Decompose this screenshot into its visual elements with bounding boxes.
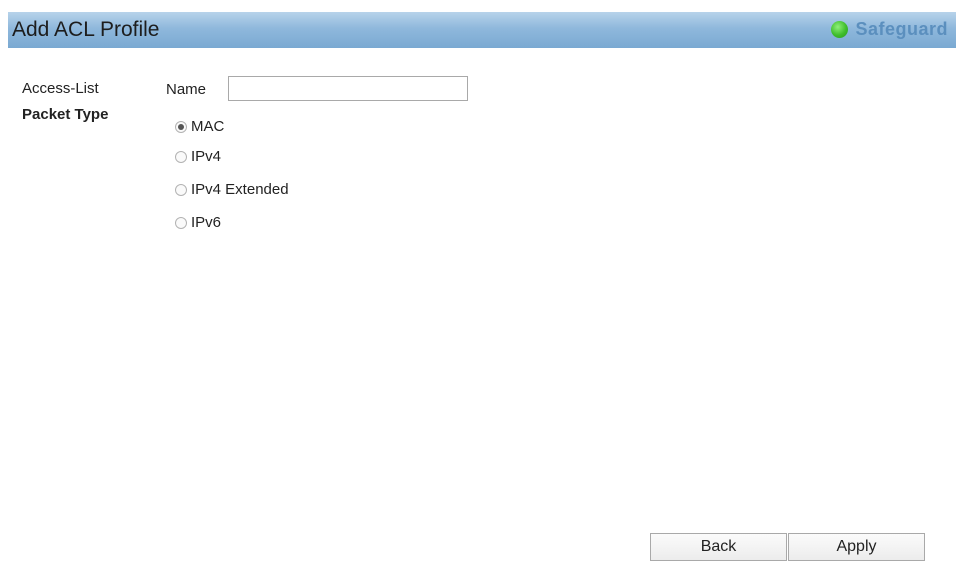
radio-button-ipv4[interactable] [175, 150, 187, 163]
access-list-label: Access-List [22, 80, 99, 97]
packet-type-option-mac[interactable]: MAC [175, 118, 224, 135]
safeguard-label: Safeguard [855, 19, 948, 39]
page-title: Add ACL Profile [12, 18, 160, 41]
name-label: Name [166, 81, 207, 98]
acl-profile-form: Access-List Name Packet Type MAC IPv4 IP… [8, 48, 956, 561]
back-button[interactable]: Back [650, 533, 787, 561]
packet-type-option-ipv6[interactable]: IPv6 [175, 214, 221, 231]
packet-type-label: Packet Type [22, 106, 109, 123]
safeguard-status-icon [831, 21, 849, 38]
title-bar: Add ACL Profile Safeguard [8, 12, 956, 48]
radio-label-ipv4-extended: IPv4 Extended [191, 181, 289, 198]
radio-button-mac[interactable] [175, 120, 187, 133]
packet-type-option-ipv4-extended[interactable]: IPv4 Extended [175, 181, 289, 198]
name-input[interactable] [228, 76, 468, 101]
radio-label-mac: MAC [191, 118, 225, 135]
radio-label-ipv4: IPv4 [191, 148, 222, 165]
safeguard-indicator: Safeguard [831, 19, 948, 40]
radio-button-ipv6[interactable] [175, 216, 187, 229]
apply-button[interactable]: Apply [788, 533, 925, 561]
radio-button-ipv4-extended[interactable] [175, 183, 187, 196]
radio-label-ipv6: IPv6 [191, 214, 222, 231]
packet-type-option-ipv4[interactable]: IPv4 [175, 148, 221, 165]
